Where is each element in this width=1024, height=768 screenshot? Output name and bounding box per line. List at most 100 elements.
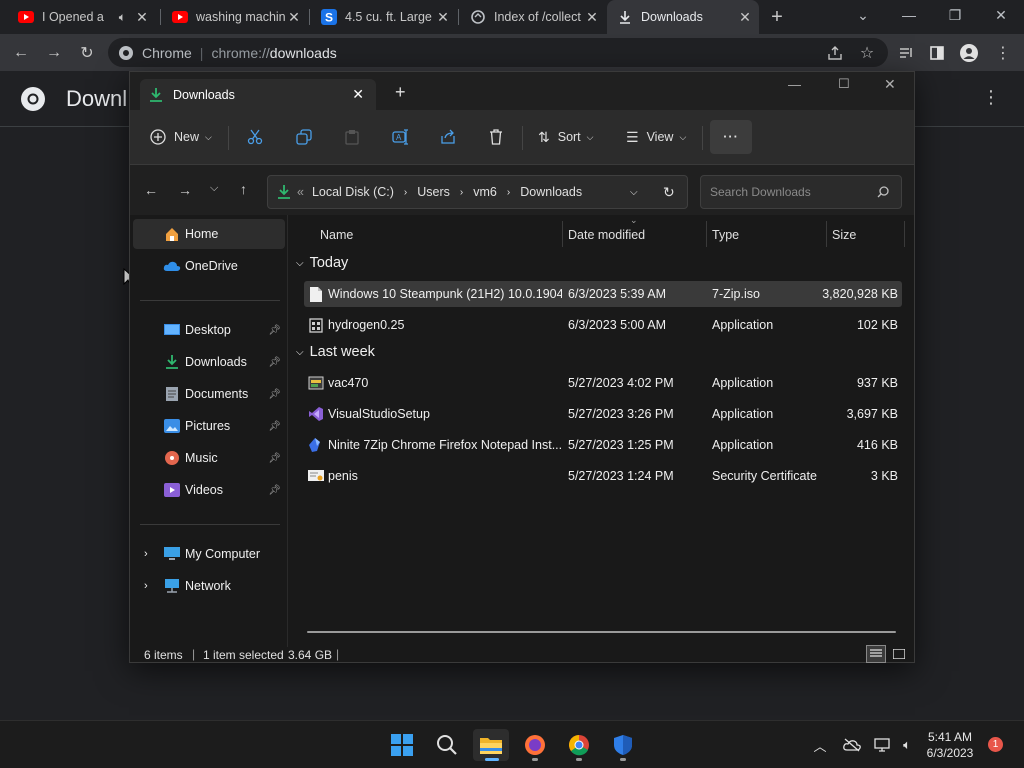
nav-item-documents[interactable]: Documents 📌︎ (133, 379, 285, 409)
file-row[interactable]: penis 5/27/2023 1:24 PM Security Certifi… (304, 463, 902, 489)
expand-chevron-icon[interactable]: › (144, 580, 148, 592)
windows-security-icon[interactable] (605, 729, 641, 761)
nav-item-onedrive[interactable]: OneDrive (133, 251, 285, 281)
address-dropdown-icon[interactable]: ⌵ (630, 187, 638, 198)
browser-tab-2[interactable]: washing machin ✕ (162, 0, 308, 34)
firefox-icon[interactable] (517, 729, 553, 761)
minimize-icon[interactable]: — (886, 0, 932, 30)
column-header-type[interactable]: Type (712, 223, 739, 247)
file-row[interactable]: hydrogen0.25 6/3/2023 5:00 AM Applicatio… (304, 312, 902, 338)
close-tab-icon[interactable]: ✕ (737, 9, 753, 26)
onedrive-tray-icon[interactable] (842, 735, 862, 755)
network-tray-icon[interactable] (873, 735, 893, 755)
restore-icon[interactable]: ❐ (932, 0, 978, 30)
volume-icon[interactable]: 🔈︎ (897, 735, 917, 755)
browser-tab-3[interactable]: S 4.5 cu. ft. Large ✕ (311, 0, 457, 34)
nav-item-my-computer[interactable]: › My Computer (133, 539, 285, 569)
nav-item-desktop[interactable]: Desktop 📌︎ (133, 315, 285, 345)
column-header-date[interactable]: Date modified (568, 223, 645, 247)
search-icon[interactable] (429, 729, 465, 761)
nav-item-music[interactable]: Music 📌︎ (133, 443, 285, 473)
sort-button[interactable]: ⇅ Sort ⌵ (538, 120, 594, 154)
chrome-menu-icon[interactable]: ⋮ (992, 42, 1014, 64)
notification-badge[interactable]: 1 (988, 737, 1003, 752)
back-icon[interactable]: ← (10, 42, 32, 64)
explorer-new-tab-button[interactable]: + (395, 82, 406, 103)
breadcrumb-vm6[interactable]: vm6 (473, 185, 497, 199)
share-icon[interactable] (824, 42, 846, 64)
browser-tab-4[interactable]: Index of /collect ✕ (460, 0, 606, 34)
pin-icon[interactable]: 📌︎ (268, 453, 281, 464)
nav-item-home[interactable]: Home (133, 219, 285, 249)
group-header-last-week[interactable]: ⌵ Last week (296, 344, 375, 360)
file-row[interactable]: VisualStudioSetup 5/27/2023 3:26 PM Appl… (304, 401, 902, 427)
page-menu-icon[interactable]: ⋮ (982, 87, 1000, 108)
search-downloads-input[interactable]: Search Downloads (700, 175, 902, 209)
new-button[interactable]: New ⌵ (150, 120, 212, 154)
close-tab-icon[interactable]: ✕ (134, 9, 150, 26)
nav-item-network[interactable]: › Network (133, 571, 285, 601)
file-row[interactable]: Windows 10 Steampunk (21H2) 10.0.1904...… (304, 281, 902, 307)
close-tab-icon[interactable]: ✕ (286, 9, 302, 26)
close-tab-icon[interactable]: ✕ (584, 9, 600, 26)
clock[interactable]: 5:41 AM 6/3/2023 (918, 729, 982, 761)
column-header-name[interactable]: Name (320, 223, 353, 247)
copy-icon[interactable] (296, 120, 312, 154)
file-row[interactable]: Ninite 7Zip Chrome Firefox Notepad Inst.… (304, 432, 902, 458)
browser-tab-1[interactable]: I Opened a 🔈︎ ✕ (8, 0, 156, 34)
file-explorer-taskbar-icon[interactable] (473, 729, 509, 761)
pin-icon[interactable]: 📌︎ (268, 325, 281, 336)
more-options-button[interactable]: ··· (710, 120, 752, 154)
explorer-tab[interactable]: Downloads ✕ (140, 79, 376, 110)
browser-tab-5-active[interactable]: Downloads ✕ (607, 0, 759, 34)
pin-icon[interactable]: 📌︎ (268, 357, 281, 368)
breadcrumb-downloads[interactable]: Downloads (520, 185, 582, 199)
delete-icon[interactable] (488, 120, 504, 154)
close-window-icon[interactable]: ✕ (978, 0, 1024, 30)
details-view-icon[interactable] (866, 645, 886, 663)
pin-icon[interactable]: 📌︎ (268, 485, 281, 496)
tab-search-icon[interactable]: ⌄ (840, 0, 886, 30)
media-controls-icon[interactable] (895, 42, 917, 64)
nav-item-downloads[interactable]: Downloads 📌︎ (133, 347, 285, 377)
bookmark-star-icon[interactable]: ☆ (856, 42, 878, 64)
chrome-icon[interactable] (561, 729, 597, 761)
side-panel-icon[interactable] (926, 42, 948, 64)
breadcrumb-local-disk[interactable]: Local Disk (C:) (312, 185, 394, 199)
new-tab-button[interactable]: + (766, 6, 788, 28)
view-button[interactable]: ☰ View ⌵ (626, 120, 686, 154)
address-bar[interactable]: « Local Disk (C:) › Users › vm6 › Downlo… (267, 175, 688, 209)
audio-icon[interactable]: 🔈︎ (119, 10, 126, 25)
nav-item-videos[interactable]: Videos 📌︎ (133, 475, 285, 505)
refresh-icon[interactable]: ↻ (663, 184, 675, 201)
close-tab-icon[interactable]: ✕ (352, 86, 364, 103)
pin-icon[interactable]: 📌︎ (268, 389, 281, 400)
file-row[interactable]: vac470 5/27/2023 4:02 PM Application 937… (304, 370, 902, 396)
nav-item-pictures[interactable]: Pictures 📌︎ (133, 411, 285, 441)
expand-chevron-icon[interactable]: › (144, 548, 148, 560)
share-icon[interactable] (440, 120, 456, 154)
rename-icon[interactable]: A (392, 120, 410, 154)
recent-locations-icon[interactable]: ⌵ (210, 182, 218, 195)
back-icon[interactable]: ← (144, 182, 158, 198)
breadcrumb-users[interactable]: Users (417, 185, 450, 199)
close-window-icon[interactable]: ✕ (884, 76, 896, 93)
cut-icon[interactable] (247, 120, 263, 154)
omnibox[interactable]: Chrome | chrome://downloads (108, 38, 888, 67)
profile-avatar-icon[interactable] (958, 42, 980, 64)
column-header-size[interactable]: Size (832, 223, 856, 247)
pin-icon[interactable]: 📌︎ (268, 421, 281, 432)
large-icons-view-icon[interactable] (890, 645, 908, 663)
forward-icon[interactable]: → (178, 182, 192, 198)
close-tab-icon[interactable]: ✕ (435, 9, 451, 26)
breadcrumb-overflow-icon[interactable]: « (297, 185, 304, 199)
forward-icon[interactable]: → (43, 42, 65, 64)
start-button[interactable] (384, 729, 420, 761)
maximize-icon[interactable]: ☐ (838, 76, 850, 92)
up-icon[interactable]: ↑ (240, 181, 247, 197)
paste-icon[interactable] (344, 120, 360, 154)
group-header-today[interactable]: ⌵ Today (296, 255, 348, 271)
show-hidden-icons-chevron-icon[interactable]: ︿ (810, 735, 830, 755)
horizontal-scrollbar[interactable] (307, 631, 896, 633)
minimize-icon[interactable]: — (788, 77, 801, 92)
